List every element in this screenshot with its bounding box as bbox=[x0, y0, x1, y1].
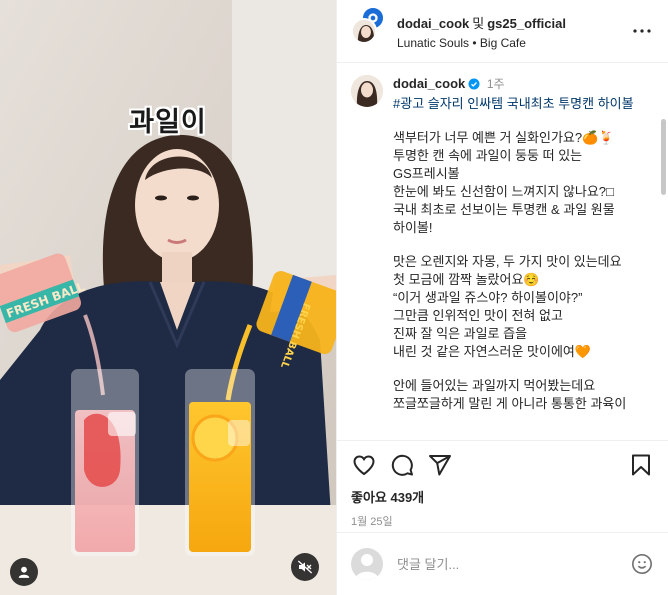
caption-gap bbox=[393, 113, 642, 129]
like-button[interactable] bbox=[351, 452, 377, 478]
comments-scroll-area[interactable]: dodai_cook 1주 #광고 슬자리 인싸템 국내최초 투명캔 하이볼색부… bbox=[337, 63, 668, 440]
account-primary-link[interactable]: dodai_cook bbox=[397, 16, 469, 31]
caption-line: 한눈에 봐도 신선함이 느껴지지 않나요?□ bbox=[393, 184, 614, 199]
post-caption: dodai_cook 1주 #광고 슬자리 인싸템 국내최초 투명캔 하이볼색부… bbox=[351, 75, 654, 413]
likes-count[interactable]: 좋아요 439개 bbox=[351, 487, 654, 506]
post-actions: 좋아요 439개 1월 25일 bbox=[337, 440, 668, 532]
header-text: dodai_cook 및 gs25_official Lunatic Souls •… bbox=[397, 13, 630, 50]
verified-badge bbox=[468, 77, 480, 95]
caption-time[interactable]: 1주 bbox=[487, 77, 505, 91]
video-frame: FRESH BALL FRESH BALL bbox=[0, 0, 336, 595]
more-options-button[interactable] bbox=[630, 19, 654, 43]
emoji-button[interactable] bbox=[630, 552, 654, 576]
scrollbar-thumb[interactable] bbox=[661, 119, 666, 195]
caption-gap bbox=[393, 361, 642, 377]
profile-photo bbox=[353, 20, 375, 42]
dodai-avatar-small[interactable] bbox=[351, 18, 377, 44]
profile-photo bbox=[351, 75, 383, 107]
verified-badge-icon bbox=[468, 78, 480, 90]
instagram-post-modal: FRESH BALL FRESH BALL 과일이 dodai_cook 및 g… bbox=[0, 0, 668, 595]
collab-accounts: dodai_cook 및 gs25_official bbox=[397, 13, 630, 32]
account-secondary-link[interactable]: gs25_official bbox=[487, 16, 566, 31]
tagged-users-button[interactable] bbox=[10, 558, 38, 586]
post-date[interactable]: 1월 25일 bbox=[351, 513, 654, 529]
caption-line: 투명한 캔 속에 과일이 둥둥 떠 있는 GS프레시볼 bbox=[393, 148, 586, 181]
caption-text: #광고 슬자리 인싸템 국내최초 투명캔 하이볼색부터가 너무 예쁜 거 실화인… bbox=[393, 95, 642, 413]
caption-line: 국내 최초로 선보이는 투명캔 & 과일 원물 하이볼! bbox=[393, 202, 619, 235]
user-tag-icon bbox=[18, 566, 30, 578]
bookmark-icon bbox=[632, 454, 650, 476]
more-options-icon bbox=[633, 29, 651, 33]
share-icon bbox=[429, 455, 451, 476]
caption-line: 내린 것 같은 자연스러운 맛이에여🧡 bbox=[393, 344, 592, 359]
caption-line: 맛은 오렌지와 자몽, 두 가지 맛이 있는데요 bbox=[393, 254, 622, 269]
caption-username[interactable]: dodai_cook bbox=[393, 76, 465, 91]
caption-line: “이거 생과일 쥬스야? 하이볼이야?” bbox=[393, 290, 583, 305]
audio-label[interactable]: Lunatic Souls • Big Cafe bbox=[397, 36, 630, 50]
caption-line: 첫 모금에 깜짝 놀랐어요☺️ bbox=[393, 272, 540, 287]
add-comment-bar bbox=[337, 532, 668, 595]
mute-button[interactable] bbox=[291, 553, 319, 581]
collab-avatars[interactable] bbox=[351, 6, 385, 48]
caption-line: 진짜 잘 익은 과일로 즙을 bbox=[393, 326, 528, 341]
caption-body: dodai_cook 1주 #광고 슬자리 인싸템 국내최초 투명캔 하이볼색부… bbox=[393, 75, 654, 413]
caption-user-line: dodai_cook 1주 bbox=[393, 75, 642, 95]
post-header: dodai_cook 및 gs25_official Lunatic Souls •… bbox=[337, 0, 668, 63]
caption-line: 색부터가 너무 예쁜 거 실화인가요?🍊🍹 bbox=[393, 130, 615, 145]
share-button[interactable] bbox=[427, 452, 453, 478]
post-side-panel: dodai_cook 및 gs25_official Lunatic Souls •… bbox=[336, 0, 668, 595]
viewer-avatar bbox=[351, 548, 383, 580]
default-avatar-icon bbox=[355, 554, 379, 580]
caption-avatar[interactable] bbox=[351, 75, 383, 107]
caption-line: 안에 들어있는 과일까지 먹어봤는데요 bbox=[393, 378, 596, 393]
emoji-icon bbox=[632, 554, 652, 574]
caption-line: 그만큼 인위적인 맛이 전혀 없고 bbox=[393, 308, 563, 323]
mute-icon bbox=[297, 560, 313, 574]
save-button[interactable] bbox=[628, 452, 654, 478]
caption-hashtag-line[interactable]: #광고 슬자리 인싸템 국내최초 투명캔 하이볼 bbox=[393, 95, 642, 113]
comment-icon bbox=[391, 454, 413, 476]
video-caption-overlay: 과일이 bbox=[129, 107, 207, 138]
heart-icon bbox=[353, 455, 375, 476]
caption-line: 쪼글쪼글하게 말린 게 아니라 통통한 과육이 bbox=[393, 396, 627, 411]
comment-input[interactable] bbox=[397, 556, 630, 572]
comment-button[interactable] bbox=[389, 452, 415, 478]
post-media[interactable]: FRESH BALL FRESH BALL 과일이 bbox=[0, 0, 336, 595]
caption-gap bbox=[393, 237, 642, 253]
and-word: 및 bbox=[472, 15, 485, 31]
action-bar bbox=[351, 451, 654, 479]
